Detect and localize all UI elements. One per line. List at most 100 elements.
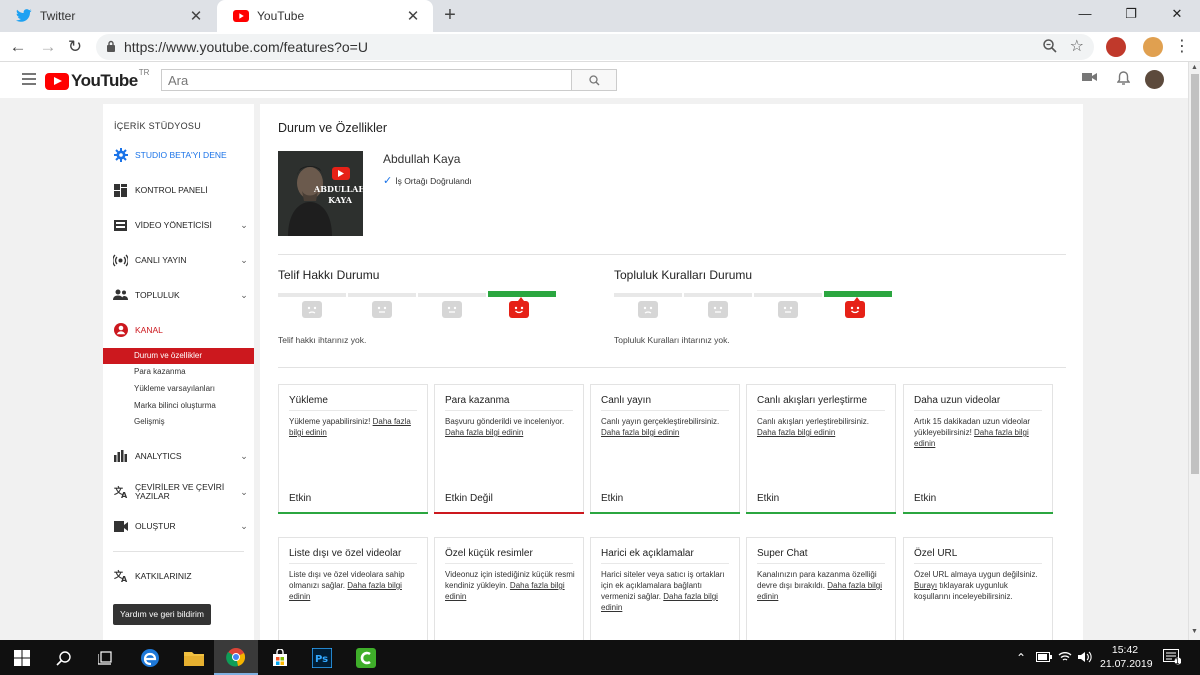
clock-time: 15:42 <box>1111 644 1139 656</box>
tab-twitter[interactable]: Twitter ✕ <box>0 0 216 32</box>
taskbar-search-button[interactable] <box>42 640 86 675</box>
new-tab-button[interactable]: + <box>438 4 462 28</box>
card-description: Yükleme yapabilirsiniz! Daha fazla bilgi… <box>289 417 411 437</box>
youtube-logo[interactable]: YouTube TR <box>45 68 149 91</box>
close-tab-icon[interactable]: ✕ <box>405 7 421 25</box>
sidebar-subitem-upload-defaults[interactable]: Yükleme varsayılanları <box>103 381 254 397</box>
menu-icon[interactable]: ⋮ <box>1170 35 1194 59</box>
sidebar-item-analytics[interactable]: ANALYTICS ⌄ <box>103 446 254 466</box>
feature-card-live: Canlı yayın Canlı yayın gerçekleştirebil… <box>590 384 740 514</box>
notifications-bell-icon[interactable] <box>1116 71 1131 89</box>
chevron-down-icon[interactable]: ⌄ <box>234 290 254 301</box>
sidebar-item-community[interactable]: TOPLULUK ⌄ <box>103 285 254 305</box>
sidebar-item-contributions[interactable]: 文A KATKILARINIZ <box>103 566 254 586</box>
chevron-down-icon[interactable]: ⌄ <box>234 521 254 532</box>
learn-more-link[interactable]: Daha fazla bilgi edinin <box>601 428 679 437</box>
start-button[interactable] <box>0 640 44 675</box>
help-feedback-button[interactable]: Yardım ve geri bildirim <box>113 604 211 625</box>
tray-chevron-icon[interactable]: ⌃ <box>1016 651 1026 665</box>
card-status: Etkin <box>289 493 312 504</box>
camtasia-icon <box>356 647 376 668</box>
sidebar-item-live[interactable]: CANLI YAYIN ⌄ <box>103 250 254 270</box>
learn-more-link[interactable]: Daha fazla bilgi edinin <box>445 428 523 437</box>
reload-button[interactable]: ↻ <box>63 35 87 59</box>
feature-card-embed-live: Canlı akışları yerleştirme Canlı akışlar… <box>746 384 896 514</box>
sidebar-subitem-status-features[interactable]: Durum ve özellikler <box>103 348 254 364</box>
search-button[interactable] <box>571 69 617 91</box>
profile-avatar-icon[interactable] <box>1143 37 1163 57</box>
chevron-down-icon[interactable]: ⌄ <box>234 487 254 498</box>
eligibility-link[interactable]: Burayı <box>914 581 937 590</box>
chevron-down-icon[interactable]: ⌄ <box>234 220 254 231</box>
folder-icon <box>184 651 204 666</box>
meter-segment <box>754 293 822 297</box>
card-title: Özel küçük resimler <box>445 548 533 559</box>
scroll-up-icon[interactable]: ▲ <box>1191 64 1198 71</box>
close-tab-icon[interactable]: ✕ <box>188 7 204 25</box>
battery-icon[interactable] <box>1036 651 1052 665</box>
meter-segment <box>278 293 346 297</box>
page-scrollbar[interactable]: ▲ ▼ <box>1188 62 1200 640</box>
scrollbar-thumb[interactable] <box>1191 74 1199 474</box>
gear-icon <box>113 148 128 163</box>
sidebar-item-dashboard[interactable]: KONTROL PANELİ <box>103 180 254 200</box>
sidebar-item-translations[interactable]: 文A ÇEVİRİLER VE ÇEVİRİ YAZILAR ⌄ <box>103 482 254 502</box>
main-content: Durum ve Özellikler ABDULLAH KAYA Abdull… <box>260 104 1083 647</box>
system-clock[interactable]: 15:42 21.07.2019 <box>1100 643 1153 671</box>
sidebar-title: İÇERİK STÜDYOSU <box>114 121 202 131</box>
tab-youtube[interactable]: YouTube ✕ <box>217 0 433 32</box>
zoom-icon[interactable] <box>1042 38 1058 57</box>
card-divider <box>914 563 1042 564</box>
happy-face-icon <box>509 297 529 318</box>
sidebar-subitem-branding[interactable]: Marka bilinci oluşturma <box>103 398 254 414</box>
card-description: Canlı yayın gerçekleştirebilirsiniz. Dah… <box>601 417 720 437</box>
card-description: Harici siteler veya satıcı iş ortakları … <box>601 570 725 612</box>
sidebar-subitem-advanced[interactable]: Gelişmiş <box>103 414 254 430</box>
scroll-down-icon[interactable]: ▼ <box>1191 628 1198 635</box>
hamburger-menu-icon[interactable] <box>22 73 36 88</box>
close-window-button[interactable]: ✕ <box>1154 0 1200 28</box>
sidebar-item-video-manager[interactable]: VİDEO YÖNETİCİSİ ⌄ <box>103 215 254 235</box>
bookmark-star-icon[interactable]: ☆ <box>1070 36 1084 56</box>
card-title: Super Chat <box>757 548 808 559</box>
wifi-icon[interactable] <box>1058 651 1072 665</box>
checkmark-icon: ✓ <box>383 175 393 187</box>
taskbar-photoshop[interactable]: Ps <box>300 640 344 675</box>
taskbar-camtasia[interactable] <box>344 640 388 675</box>
upload-video-icon[interactable] <box>1082 71 1097 86</box>
sidebar-subitem-monetization[interactable]: Para kazanma <box>103 364 254 380</box>
card-status: Etkin <box>757 493 780 504</box>
taskbar-chrome[interactable] <box>214 640 258 675</box>
sidebar-item-channel[interactable]: KANAL <box>103 320 254 340</box>
sidebar-item-create[interactable]: OLUŞTUR ⌄ <box>103 516 254 536</box>
learn-more-link[interactable]: Daha fazla bilgi edinin <box>757 428 835 437</box>
task-view-button[interactable] <box>84 640 128 675</box>
chevron-down-icon[interactable]: ⌄ <box>234 255 254 266</box>
taskbar-store[interactable] <box>258 640 302 675</box>
minimize-button[interactable]: — <box>1062 0 1108 28</box>
youtube-header: YouTube TR Ara <box>0 62 1188 98</box>
address-bar[interactable]: https://www.youtube.com/features?o=U ☆ <box>96 34 1094 60</box>
sidebar-item-studio-beta[interactable]: STUDIO BETA'YI DENE <box>103 145 254 165</box>
search-input[interactable]: Ara <box>161 69 572 91</box>
restore-button[interactable]: ❐ <box>1108 0 1154 28</box>
status-bar-green <box>746 512 896 514</box>
tab-label: Twitter <box>40 9 76 23</box>
forward-button[interactable]: → <box>36 35 60 59</box>
account-avatar[interactable] <box>1145 70 1164 89</box>
meter-segment <box>684 293 752 297</box>
logo-text: YouTube <box>71 71 138 90</box>
taskbar-edge[interactable] <box>128 640 172 675</box>
photoshop-icon: Ps <box>312 647 332 668</box>
channel-icon <box>113 323 128 338</box>
taskbar-file-explorer[interactable] <box>172 640 216 675</box>
back-button[interactable]: ← <box>6 35 30 59</box>
chevron-down-icon[interactable]: ⌄ <box>234 451 254 462</box>
status-bar-green <box>903 512 1053 514</box>
contributions-icon: 文A <box>113 569 128 584</box>
happy-face-icon <box>845 297 865 318</box>
card-divider <box>445 410 573 411</box>
feature-card-super-chat: Super Chat Kanalınızın para kazanma özel… <box>746 537 896 647</box>
volume-icon[interactable] <box>1078 651 1092 666</box>
extension-icon[interactable] <box>1106 37 1126 57</box>
